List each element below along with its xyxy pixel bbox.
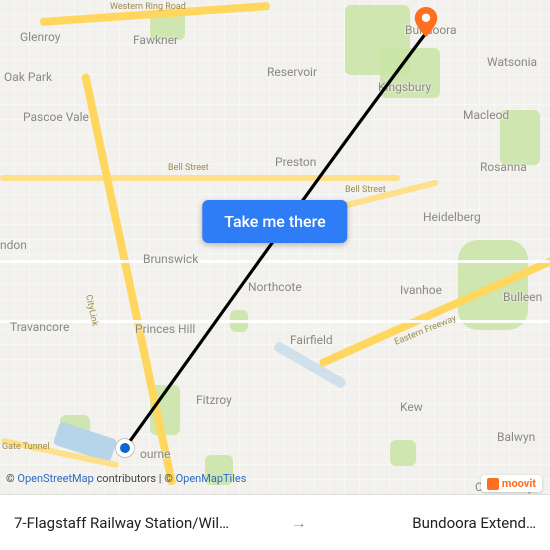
suburb-glenroy: Glenroy <box>20 30 60 44</box>
suburb-preston: Preston <box>275 155 316 169</box>
arrow-icon: → <box>291 513 307 533</box>
pin-icon <box>411 7 441 37</box>
attrib-prefix: © <box>6 472 17 485</box>
road-label-ring: Western Ring Road <box>110 2 186 12</box>
road-minor <box>0 260 550 263</box>
omt-link[interactable]: OpenMapTiles <box>176 472 247 485</box>
road-minor <box>0 320 550 323</box>
suburb-rosanna: Rosanna <box>480 160 527 174</box>
suburb-fitzroy: Fitzroy <box>196 393 232 407</box>
suburb-fairfield: Fairfield <box>290 333 333 347</box>
suburb-travancore: Travancore <box>10 320 69 334</box>
route-from[interactable]: 7-Flagstaff Railway Station/Wil… <box>14 514 281 532</box>
map-container[interactable]: Bell Street Bell Street Western Ring Roa… <box>0 0 550 550</box>
suburb-brunswick: Brunswick <box>143 252 198 266</box>
suburb-macleod: Macleod <box>463 108 509 122</box>
moovit-badge[interactable]: moovit <box>481 475 542 492</box>
suburb-fawkner: Fawkner <box>133 33 178 47</box>
suburb-bulleen: Bulleen <box>503 290 542 304</box>
suburb-kingsbury: Kingsbury <box>378 80 431 94</box>
moovit-label: moovit <box>502 477 536 490</box>
suburb-ivanhoe: Ivanhoe <box>400 283 442 297</box>
attrib-mid: contributors | © <box>94 472 176 485</box>
suburb-reservoir: Reservoir <box>267 65 317 79</box>
map-attribution: © OpenStreetMap contributors | © OpenMap… <box>6 472 246 485</box>
moovit-logo-icon <box>487 478 499 490</box>
suburb-watsonia: Watsonia <box>487 55 537 69</box>
route-to[interactable]: Bundoora Extend… <box>317 514 536 532</box>
marker-origin[interactable] <box>116 439 134 457</box>
suburb-ourne: ourne <box>140 447 171 461</box>
take-me-there-button[interactable]: Take me there <box>202 200 347 243</box>
suburb-ndon: ndon <box>0 238 27 252</box>
suburb-heidelberg: Heidelberg <box>423 210 481 224</box>
road-label-bell: Bell Street <box>345 185 386 195</box>
road-label-bell: Bell Street <box>168 163 209 173</box>
route-bar: 7-Flagstaff Railway Station/Wil… → Bundo… <box>0 494 550 550</box>
park <box>390 440 416 466</box>
suburb-northcote: Northcote <box>248 280 302 294</box>
marker-destination[interactable] <box>411 7 441 37</box>
road-bell <box>0 175 400 181</box>
suburb-princeshill: Princes Hill <box>135 322 195 336</box>
road-label-gate: Gate Tunnel <box>2 442 50 452</box>
suburb-pascoevale: Pascoe Vale <box>23 110 89 124</box>
suburb-oakpark: Oak Park <box>4 70 52 84</box>
suburb-kew: Kew <box>400 400 423 414</box>
suburb-balwyn: Balwyn <box>497 430 535 444</box>
osm-link[interactable]: OpenStreetMap <box>17 472 93 485</box>
